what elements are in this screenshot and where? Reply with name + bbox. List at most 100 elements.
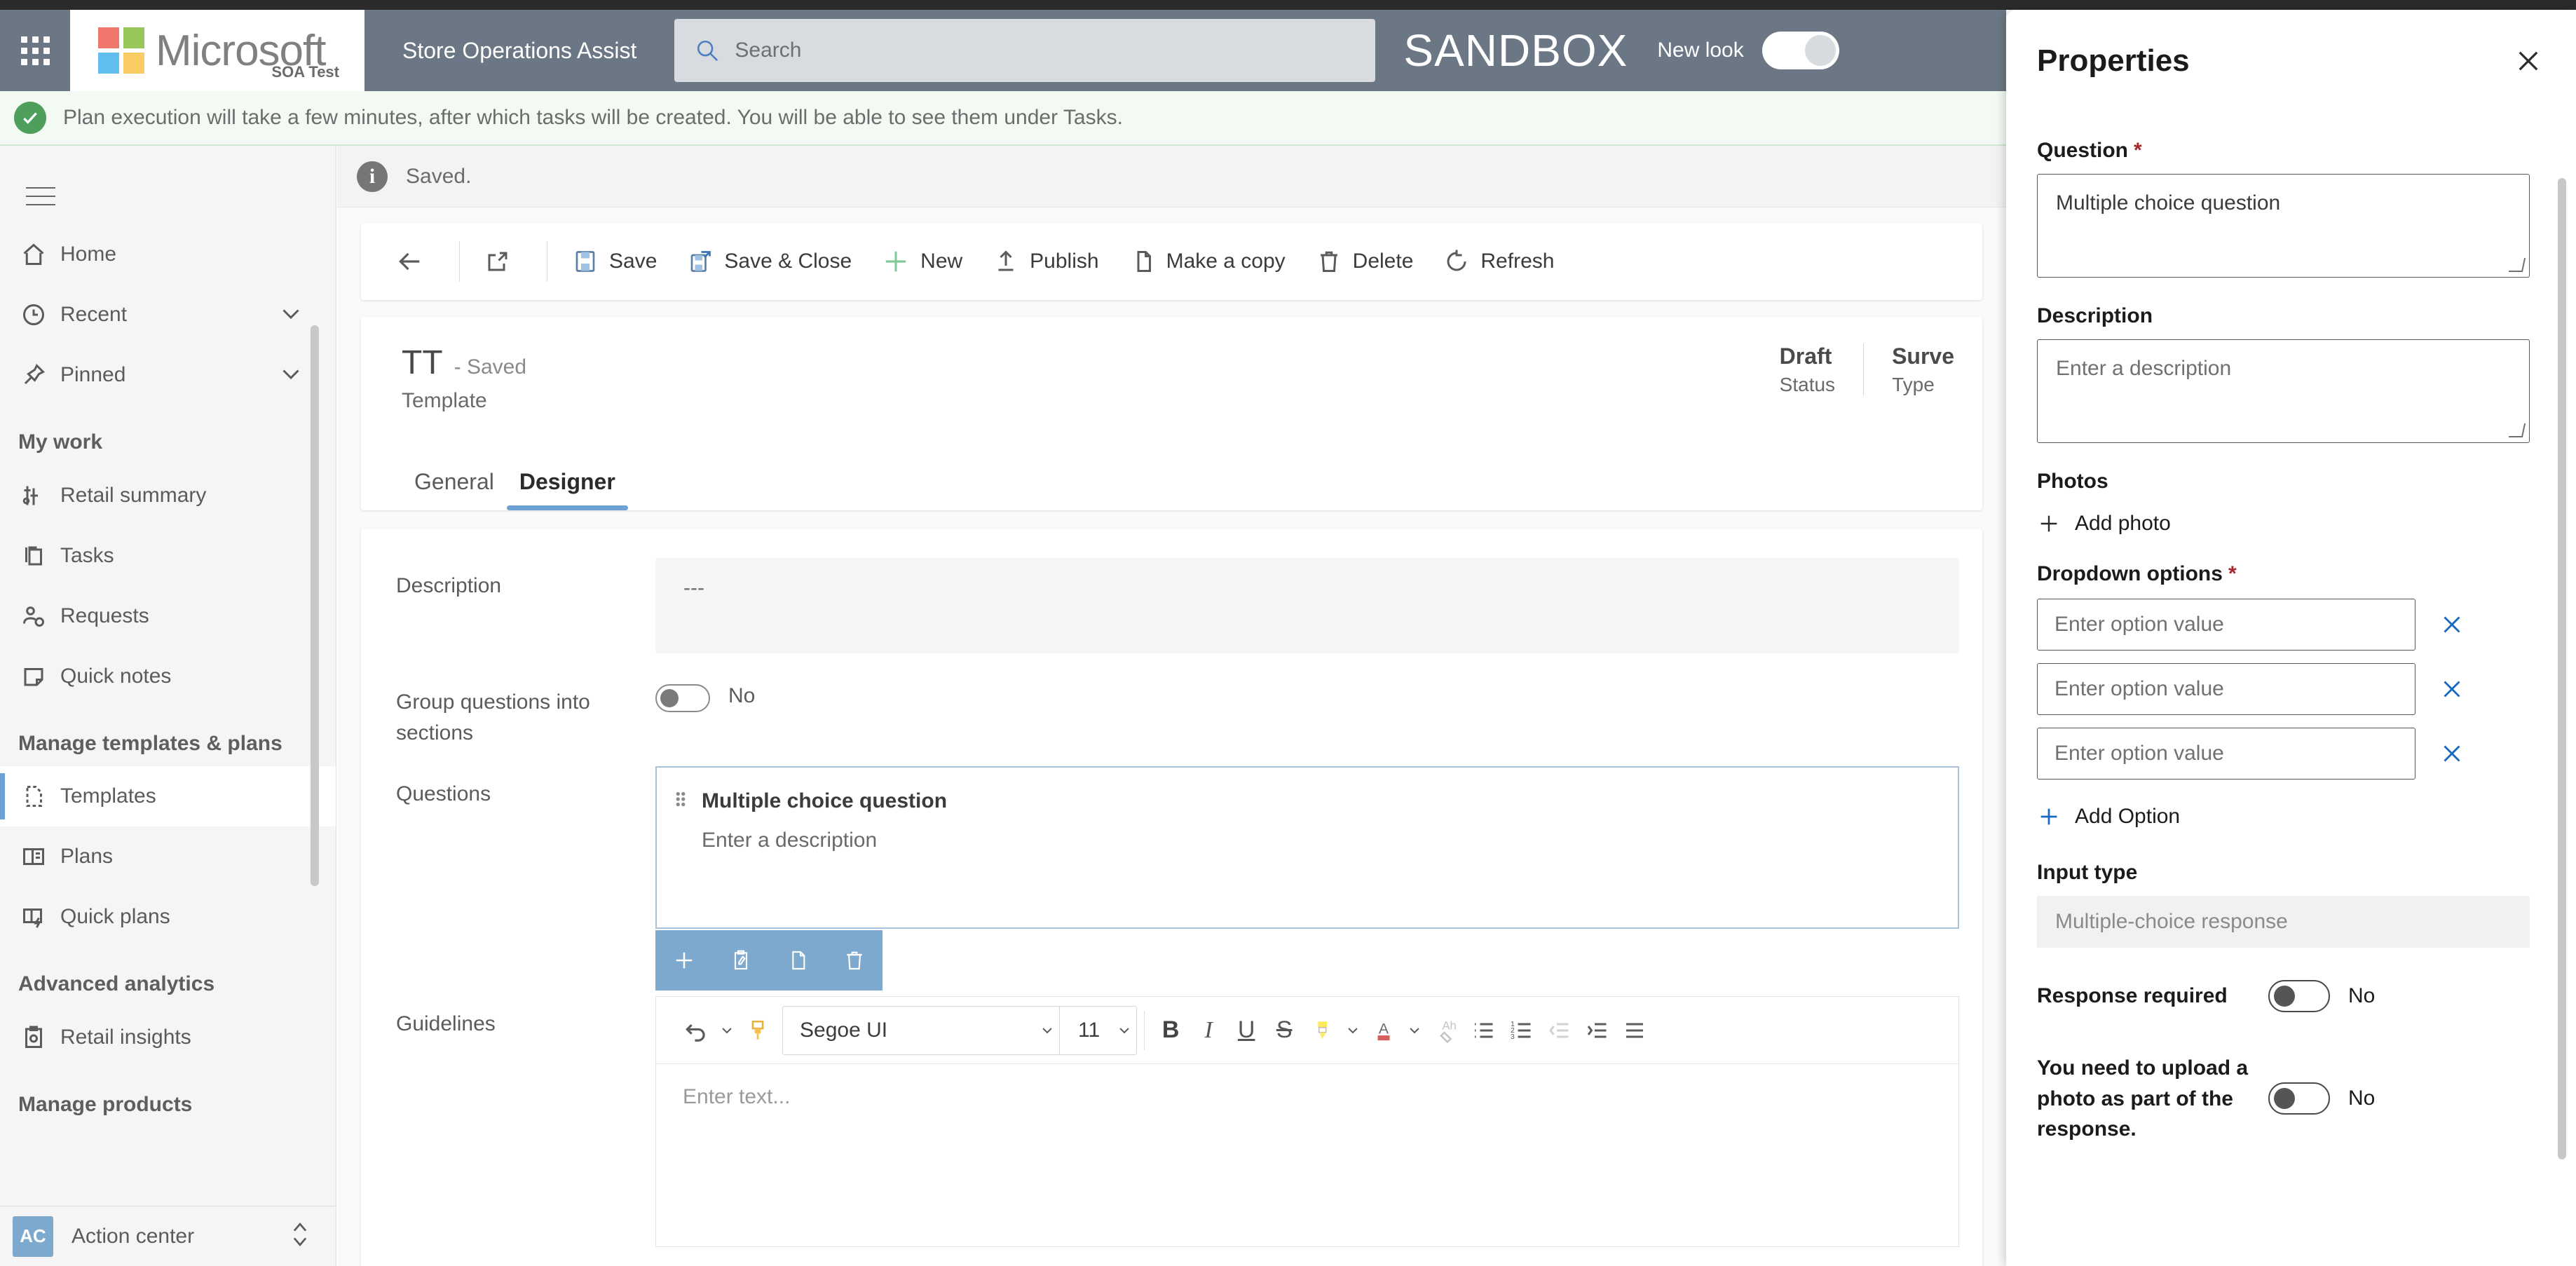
font-size-value: 11 [1078,1018,1100,1042]
back-button[interactable] [381,223,449,300]
highlight-dropdown-chevron-icon[interactable] [1341,1022,1365,1039]
delete-button[interactable]: Delete [1301,223,1429,300]
format-painter-button[interactable] [739,1006,777,1055]
strikethrough-button[interactable]: S [1265,1006,1303,1055]
sidebar-item-pinned[interactable]: Pinned [0,345,336,405]
sidebar-scrollbar[interactable] [311,325,319,886]
new-button[interactable]: New [867,223,978,300]
properties-scrollbar[interactable] [2558,178,2566,1159]
app-launcher-button[interactable] [0,10,70,91]
decrease-indent-button[interactable] [1540,1006,1578,1055]
page-title: TT [402,344,443,381]
plus-icon [882,248,909,275]
sidebar-item-recent[interactable]: Recent [0,285,336,345]
undo-button[interactable] [677,1006,715,1055]
tab-designer[interactable]: Designer [506,469,628,510]
sidebar-item-retail-insights[interactable]: Retail insights [0,1007,336,1068]
refresh-button[interactable]: Refresh [1429,223,1569,300]
quick-plans-icon [21,904,60,930]
option-input-1[interactable]: Enter option value [2037,599,2415,651]
increase-indent-button[interactable] [1578,1006,1616,1055]
make-a-copy-button[interactable]: Make a copy [1115,223,1301,300]
chevron-down-icon [1035,1022,1059,1039]
add-question-button[interactable] [655,930,712,991]
sidebar-item-home[interactable]: Home [0,224,336,285]
save-button[interactable]: Save [557,223,672,300]
italic-button[interactable]: I [1190,1006,1227,1055]
font-color-button[interactable]: A [1365,1006,1403,1055]
add-option-button[interactable]: Add Option [2037,805,2530,829]
question-input[interactable]: Multiple choice question [2037,174,2530,278]
option-input-2[interactable]: Enter option value [2037,663,2415,715]
photo-required-toggle[interactable] [2268,1082,2330,1115]
sidebar-item-retail-summary[interactable]: Retail summary [0,465,336,526]
sidebar-item-requests[interactable]: Requests [0,586,336,646]
tab-general[interactable]: General [402,469,507,510]
plus-icon [2037,512,2061,536]
plans-icon [21,844,60,869]
sidebar-item-plans[interactable]: Plans [0,826,336,887]
sidebar-item-quick-notes[interactable]: Quick notes [0,646,336,707]
clock-icon [21,302,60,327]
response-required-toggle[interactable] [2268,980,2330,1012]
guidelines-label: Guidelines [396,1012,496,1035]
properties-body: Question * Multiple choice question Descr… [2006,139,2576,1145]
highlight-button[interactable] [1303,1006,1341,1055]
add-photo-button[interactable]: Add photo [2037,512,2530,536]
undo-dropdown-chevron-icon[interactable] [715,1022,739,1039]
brand-logo[interactable]: Microsoft SOA Test [70,10,364,91]
italic-icon: I [1204,1016,1213,1043]
sidebar-item-templates[interactable]: Templates [0,766,336,826]
command-bar: Save Save & Close New Publish Make a cop… [361,223,1982,300]
close-icon[interactable] [2509,41,2548,81]
save-and-close-button[interactable]: Save & Close [672,223,867,300]
group-sections-toggle[interactable] [655,684,710,712]
search-input[interactable]: Search [735,39,801,62]
divider [459,241,460,282]
chevron-down-icon[interactable] [278,301,304,329]
bulleted-list-button[interactable] [1464,1006,1502,1055]
align-button[interactable] [1616,1006,1654,1055]
numbered-list-button[interactable]: 123 [1502,1006,1540,1055]
description-input[interactable]: Enter a description [2037,339,2530,443]
success-check-icon [14,102,46,134]
remove-option-button-3[interactable] [2435,737,2469,770]
action-center-button[interactable]: AC Action center [0,1206,336,1266]
chevron-up-down-icon[interactable] [288,1218,312,1254]
status-value: Draft [1779,343,1832,369]
description-value[interactable]: --- [655,558,1959,653]
publish-button[interactable]: Publish [978,223,1114,300]
option-input-3[interactable]: Enter option value [2037,728,2415,780]
edit-question-button[interactable] [712,930,769,991]
delete-question-button[interactable] [826,930,882,991]
sidebar-group-title: My work [18,430,103,454]
sidebar-item-quick-plans[interactable]: Quick plans [0,887,336,947]
question-card[interactable]: Multiple choice question Enter a descrip… [655,766,1959,991]
sidebar-item-label: Plans [60,845,114,868]
pin-icon [21,362,60,388]
drag-handle-icon[interactable] [674,789,692,813]
clear-formatting-button[interactable]: Ah [1426,1006,1464,1055]
underline-button[interactable]: U [1227,1006,1265,1055]
duplicate-question-button[interactable] [769,930,826,991]
sidebar: Home Recent Pinned My work Retail summar… [0,146,336,1266]
font-color-dropdown-chevron-icon[interactable] [1403,1022,1426,1039]
description-field-row: Description --- [361,558,1982,653]
type-field[interactable]: Surve Type [1864,343,1982,396]
search-box[interactable]: Search [674,19,1376,82]
sidebar-item-label: Retail insights [60,1025,191,1049]
record-header-card: TT - Saved Template Draft Status Surve T… [361,317,1982,510]
sidebar-collapse-button[interactable] [13,168,69,224]
font-family-select[interactable]: Segoe UI 11 [782,1005,1138,1055]
align-icon [1626,1023,1644,1037]
response-required-value: No [2348,984,2376,1007]
remove-option-button-2[interactable] [2435,672,2469,706]
editor-body[interactable]: Enter text... [656,1064,1958,1246]
status-field[interactable]: Draft Status [1752,343,1863,396]
popout-button[interactable] [470,223,537,300]
bold-button[interactable]: B [1152,1006,1190,1055]
chevron-down-icon[interactable] [278,361,304,390]
remove-option-button-1[interactable] [2435,608,2469,641]
sidebar-item-tasks[interactable]: Tasks [0,526,336,586]
new-look-toggle[interactable] [1761,32,1839,69]
